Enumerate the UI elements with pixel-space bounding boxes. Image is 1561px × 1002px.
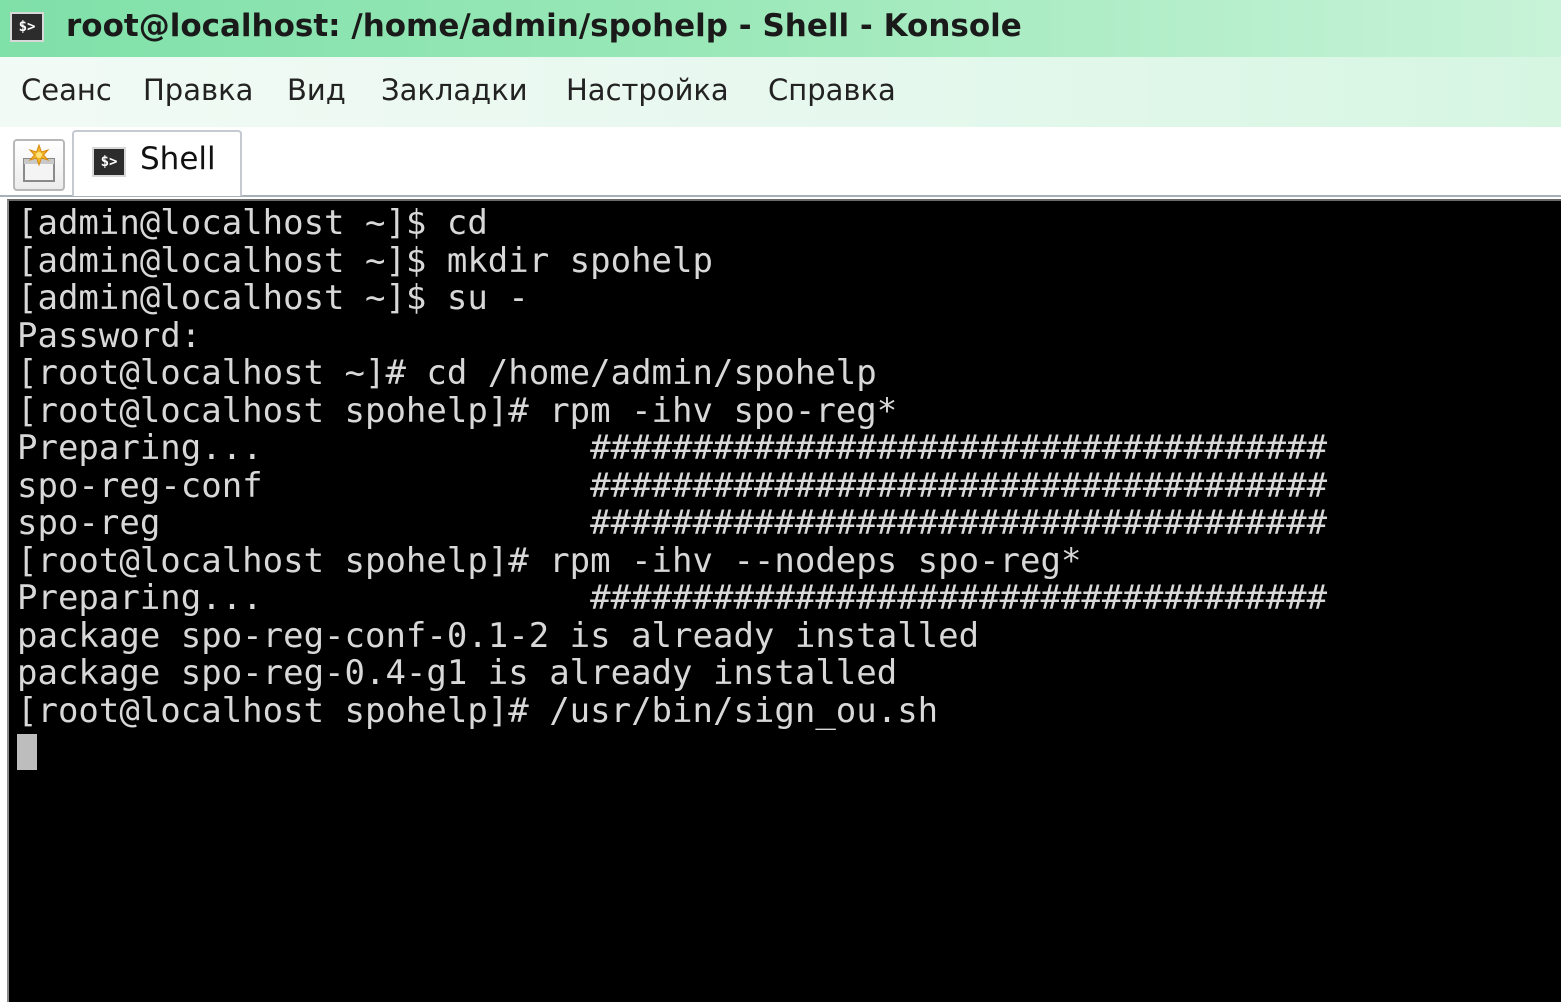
title-bar[interactable]: $> root@localhost: /home/admin/spohelp -… (0, 0, 1561, 57)
terminal-line: [root@localhost spohelp]# /usr/bin/sign_… (17, 690, 939, 731)
terminal-line: spo-reg ################################… (17, 503, 1328, 543)
terminal-icon[interactable]: $> (10, 12, 44, 42)
tab-shell[interactable]: $> Shell (72, 130, 242, 196)
terminal-line: Password: (17, 315, 202, 356)
terminal-line: Preparing... ###########################… (17, 428, 1328, 468)
terminal-line: Preparing... ###########################… (17, 578, 1328, 618)
terminal-line: [root@localhost spohelp]# rpm -ihv --nod… (17, 540, 1082, 581)
terminal-line: [admin@localhost ~]$ mkdir spohelp (17, 240, 713, 281)
terminal-line: [admin@localhost ~]$ cd (17, 203, 488, 243)
menu-item-bookmarks[interactable]: Закладки (381, 73, 528, 107)
terminal-area[interactable]: [admin@localhost ~]$ cd [admin@localhost… (7, 199, 1561, 1002)
terminal-line: [root@localhost spohelp]# rpm -ihv spo-r… (17, 390, 898, 431)
window-title: root@localhost: /home/admin/spohelp - Sh… (66, 8, 1022, 44)
terminal-line: [root@localhost ~]# cd /home/admin/spohe… (17, 353, 877, 393)
menu-item-view[interactable]: Вид (287, 73, 346, 107)
terminal-line: package spo-reg-0.4-g1 is already instal… (17, 653, 898, 693)
terminal-cursor (17, 734, 37, 770)
tab-label: Shell (140, 141, 216, 177)
menu-item-edit[interactable]: Правка (143, 73, 253, 107)
tab-bar: $> Shell (0, 127, 1561, 197)
menu-item-session[interactable]: Сеанс (21, 73, 112, 107)
terminal-output: [admin@localhost ~]$ cd [admin@localhost… (17, 203, 1328, 731)
menu-item-settings[interactable]: Настройка (566, 73, 729, 107)
terminal-line: package spo-reg-conf-0.1-2 is already in… (17, 615, 980, 656)
terminal-line: [admin@localhost ~]$ su - (17, 278, 529, 318)
menu-item-help[interactable]: Справка (768, 73, 896, 107)
new-tab-button[interactable] (13, 139, 65, 191)
menu-bar: Сеанс Правка Вид Закладки Настройка Спра… (0, 57, 1561, 127)
konsole-window: $> root@localhost: /home/admin/spohelp -… (0, 0, 1561, 1002)
terminal-line: spo-reg-conf ###########################… (17, 465, 1328, 506)
new-tab-icon (23, 143, 55, 182)
terminal-icon: $> (92, 147, 126, 177)
